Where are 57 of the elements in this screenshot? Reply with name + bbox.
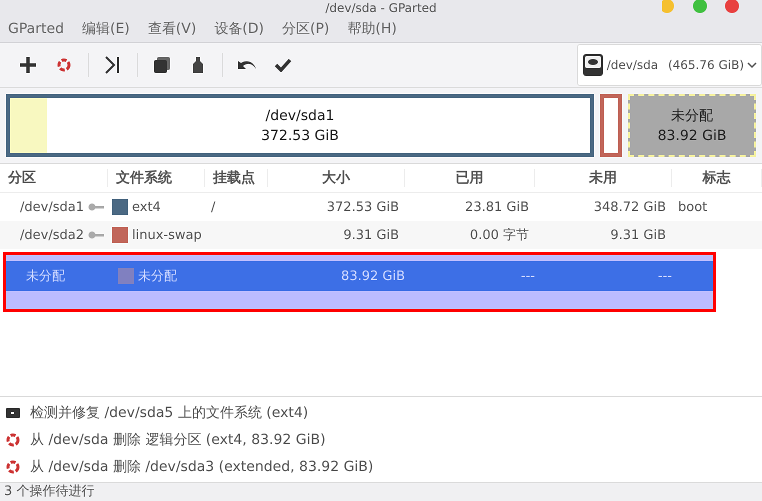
menu-item[interactable]: 帮助(H): [347, 20, 397, 38]
window-title: /dev/sda - GParted: [325, 1, 437, 15]
partition-size: 372.53 GiB: [261, 126, 339, 146]
menu-item[interactable]: 设备(D): [214, 20, 264, 38]
filesystem-text: linux-swap: [132, 228, 202, 242]
column-header[interactable]: 文件系统: [108, 169, 205, 187]
used-cell: 23.81 GiB: [465, 200, 529, 214]
unallocated-block[interactable]: 未分配 83.92 GiB: [628, 94, 756, 157]
dropdown-caret-icon: [747, 61, 757, 69]
key-icon: [88, 203, 104, 211]
column-header[interactable]: 分区: [0, 169, 108, 187]
menu-item[interactable]: 分区(P): [282, 20, 330, 38]
status-text: 3 个操作待进行: [4, 484, 94, 499]
size-cell: 83.92 GiB: [341, 268, 405, 284]
partition-name: 未分配: [26, 268, 65, 285]
mount-point: /: [211, 200, 216, 214]
menu-item[interactable]: GParted: [8, 21, 64, 37]
skip-to-end-icon: [105, 56, 121, 74]
unused-cell: 348.72 GiB: [594, 200, 666, 214]
operation-text: 检测并修复 /dev/sda5 上的文件系统 (ext4): [30, 404, 308, 422]
key-icon: [88, 231, 104, 239]
partition-name: /dev/sda1: [20, 200, 84, 214]
operation-text: 从 /dev/sda 删除 /dev/sda3 (extended, 83.92 GiB): [30, 458, 374, 476]
copy-icon: [153, 56, 171, 74]
flags-cell: boot: [678, 200, 708, 214]
plus-icon: [19, 56, 37, 74]
partition-row[interactable]: /dev/sda2 linux-swap 9.31 GiB 0.00 字节 9.31 GiB: [0, 221, 762, 249]
column-header[interactable]: 已用: [405, 169, 535, 187]
filesystem-text: ext4: [132, 200, 161, 214]
partition-label: 未分配: [671, 106, 713, 126]
device-selector[interactable]: /dev/sda (465.76 GiB): [576, 44, 762, 86]
column-header[interactable]: 大小: [268, 169, 405, 187]
partition-name: /dev/sda2: [20, 228, 84, 242]
size-cell: 9.31 GiB: [343, 228, 399, 242]
monitor-icon: [6, 408, 20, 418]
recycle-icon: [6, 432, 20, 446]
column-header[interactable]: 未用: [535, 169, 672, 187]
checkmark-icon: [274, 58, 292, 72]
column-header[interactable]: 挂载点: [205, 169, 268, 187]
partition-label: /dev/sda1: [266, 106, 334, 126]
recycle-icon: [6, 460, 20, 474]
partition-size: 83.92 GiB: [658, 126, 726, 146]
partition-block[interactable]: [600, 94, 622, 157]
unused-cell: ---: [658, 268, 672, 284]
close-button[interactable]: [725, 0, 739, 13]
bottle-icon: [192, 56, 204, 74]
used-cell: 0.00 字节: [470, 228, 529, 243]
menu-item[interactable]: 查看(V): [148, 20, 196, 38]
unused-cell: 9.31 GiB: [610, 228, 666, 242]
filesystem-text: 未分配: [138, 268, 177, 285]
partition-block[interactable]: /dev/sda1 372.53 GiB: [6, 94, 594, 157]
menu-item[interactable]: 编辑(E): [82, 20, 130, 38]
operation-text: 从 /dev/sda 删除 逻辑分区 (ext4, 83.92 GiB): [30, 430, 326, 448]
used-cell: ---: [520, 268, 535, 284]
size-cell: 372.53 GiB: [326, 200, 399, 214]
column-header[interactable]: 标志: [672, 169, 762, 187]
recycle-icon: [57, 58, 71, 72]
